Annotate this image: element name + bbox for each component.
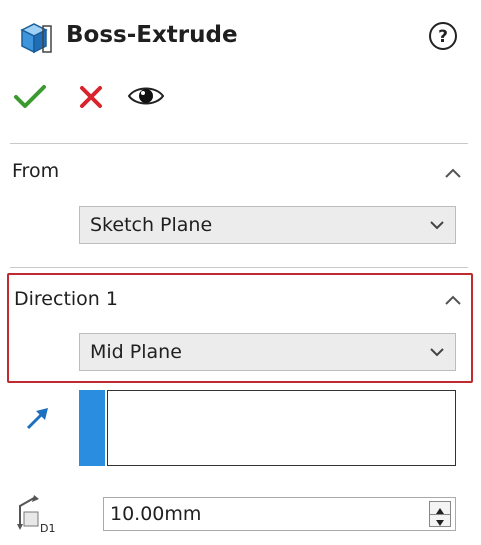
preview-button[interactable] — [126, 80, 166, 112]
end-condition-dropdown[interactable]: Mid Plane — [79, 333, 456, 371]
end-condition-value: Mid Plane — [90, 341, 182, 363]
panel-title: Boss-Extrude — [66, 22, 238, 48]
svg-text:?: ? — [438, 27, 448, 47]
checkmark-icon — [14, 85, 46, 108]
chevron-down-icon — [430, 221, 444, 230]
divider — [10, 267, 468, 268]
depth-value: 10.00mm — [110, 503, 202, 525]
from-dropdown-value: Sketch Plane — [90, 214, 213, 236]
eye-icon — [127, 87, 165, 105]
depth-spinner — [429, 501, 451, 527]
direction-selection-box[interactable] — [107, 390, 456, 466]
cancel-button[interactable] — [76, 82, 106, 112]
selection-color-indicator — [79, 390, 105, 466]
svg-text:D1: D1 — [40, 522, 55, 535]
chevron-up-icon[interactable] — [442, 292, 464, 308]
direction-arrow-icon[interactable] — [22, 402, 54, 434]
chevron-down-icon — [430, 348, 444, 357]
spin-down-button[interactable] — [430, 514, 450, 526]
extrude-feature-icon — [14, 18, 54, 58]
from-section-label: From — [12, 160, 60, 182]
direction1-section-label: Direction 1 — [14, 288, 118, 310]
help-icon[interactable]: ? — [427, 20, 459, 52]
depth-input[interactable]: 10.00mm — [103, 497, 456, 531]
chevron-up-icon[interactable] — [442, 165, 464, 181]
divider — [10, 143, 468, 144]
depth-d1-icon: D1 — [12, 492, 56, 536]
close-icon — [80, 86, 102, 108]
ok-button[interactable] — [12, 82, 48, 112]
from-dropdown[interactable]: Sketch Plane — [79, 206, 456, 244]
